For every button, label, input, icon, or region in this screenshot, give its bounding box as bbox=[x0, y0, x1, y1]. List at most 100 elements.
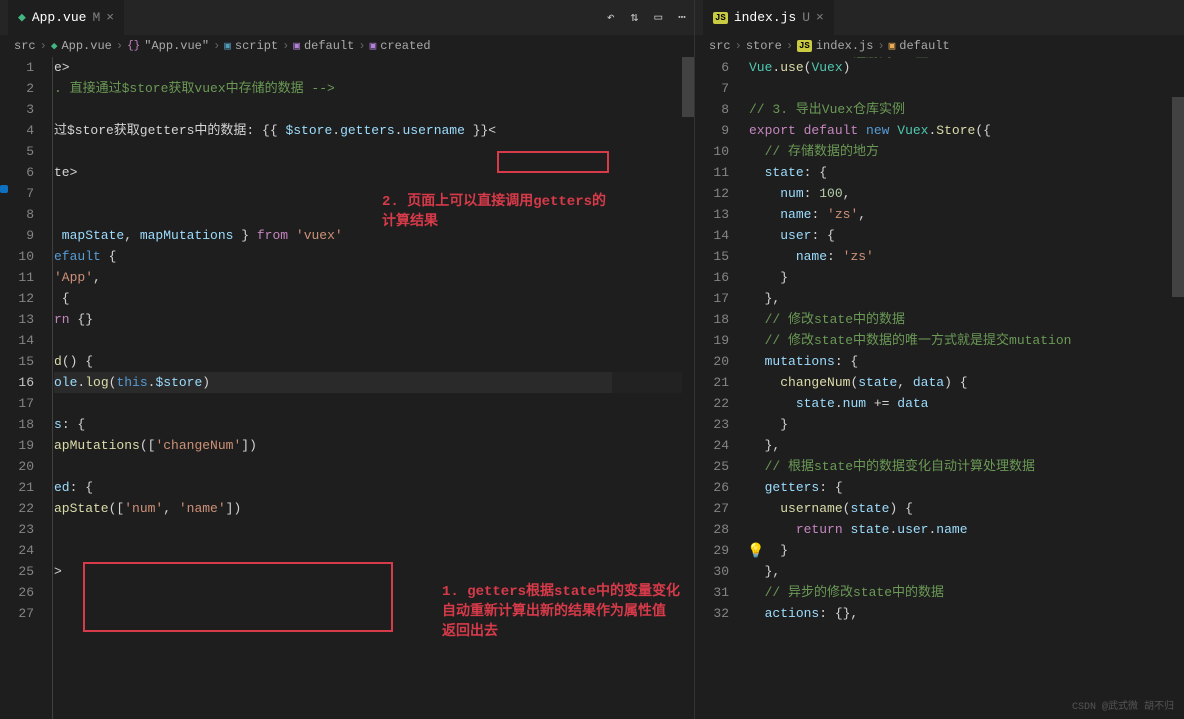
code-line[interactable]: apState(['num', 'name']) bbox=[54, 498, 694, 519]
right-breadcrumbs[interactable]: src › store › JS index.js › ▣ default bbox=[695, 35, 1184, 57]
code-line[interactable] bbox=[54, 540, 694, 561]
code-line[interactable]: changeNum(state, data) { bbox=[749, 372, 1184, 393]
history-icon[interactable]: ↶ bbox=[607, 10, 615, 25]
js-icon: JS bbox=[797, 40, 812, 52]
bc-file[interactable]: index.js bbox=[816, 39, 874, 53]
code-line[interactable]: mutations: { bbox=[749, 351, 1184, 372]
code-line[interactable]: return state.user.name bbox=[749, 519, 1184, 540]
right-code-area[interactable]: // 2. Vuex注册到Vue上 💡 Vue.use(Vuex)// 3. 导… bbox=[745, 57, 1184, 719]
scrollbar[interactable] bbox=[1172, 57, 1184, 719]
code-line[interactable]: getters: { bbox=[749, 477, 1184, 498]
line-number: 23 bbox=[695, 414, 729, 435]
code-line[interactable] bbox=[54, 99, 694, 120]
code-line[interactable]: state.num += data bbox=[749, 393, 1184, 414]
bc-src[interactable]: src bbox=[14, 39, 36, 53]
more-icon[interactable]: ⋯ bbox=[678, 10, 686, 25]
bc-store[interactable]: store bbox=[746, 39, 782, 53]
tab-index-js[interactable]: JS index.js U × bbox=[703, 0, 834, 35]
code-line[interactable]: te> bbox=[54, 162, 694, 183]
line-number: 9 bbox=[0, 225, 34, 246]
compare-icon[interactable]: ⇅ bbox=[631, 10, 639, 25]
code-line[interactable] bbox=[54, 183, 694, 204]
code-line[interactable]: mapState, mapMutations } from 'vuex' bbox=[54, 225, 694, 246]
code-line[interactable]: user: { bbox=[749, 225, 1184, 246]
close-icon[interactable]: × bbox=[816, 10, 824, 25]
line-number: 16 bbox=[0, 372, 34, 393]
line-number: 14 bbox=[695, 225, 729, 246]
scrollbar-thumb[interactable] bbox=[1172, 97, 1184, 297]
code-line[interactable]: username(state) { bbox=[749, 498, 1184, 519]
left-gutter: 1234567891011121314151617181920212223242… bbox=[0, 57, 50, 719]
code-line[interactable] bbox=[749, 78, 1184, 99]
code-line[interactable]: 过$store获取getters中的数据: {{ $store.getters.… bbox=[54, 120, 694, 141]
code-line[interactable]: > bbox=[54, 561, 694, 582]
code-line[interactable]: e> bbox=[54, 57, 694, 78]
code-line[interactable]: ed: { bbox=[54, 477, 694, 498]
line-number: 10 bbox=[695, 141, 729, 162]
left-editor[interactable]: 1234567891011121314151617181920212223242… bbox=[0, 57, 694, 719]
code-line[interactable] bbox=[54, 519, 694, 540]
code-line[interactable]: name: 'zs' bbox=[749, 246, 1184, 267]
scrollbar[interactable] bbox=[682, 57, 694, 719]
code-line[interactable]: num: 100, bbox=[749, 183, 1184, 204]
code-line[interactable]: } bbox=[749, 267, 1184, 288]
line-number: 17 bbox=[0, 393, 34, 414]
bc-src[interactable]: src bbox=[709, 39, 731, 53]
code-line[interactable]: ole.log(this.$store) bbox=[54, 372, 694, 393]
code-line[interactable]: . 直接通过$store获取vuex中存储的数据 --> bbox=[54, 78, 694, 99]
bc-script[interactable]: script bbox=[235, 39, 278, 53]
code-line[interactable]: // 修改state中的数据 bbox=[749, 309, 1184, 330]
line-number: 26 bbox=[0, 582, 34, 603]
code-line[interactable]: state: { bbox=[749, 162, 1184, 183]
line-number: 13 bbox=[0, 309, 34, 330]
split-icon[interactable]: ▭ bbox=[654, 10, 662, 25]
code-line[interactable]: { bbox=[54, 288, 694, 309]
code-line[interactable] bbox=[54, 141, 694, 162]
bc-file[interactable]: App.vue bbox=[61, 39, 111, 53]
chevron-right-icon: › bbox=[282, 39, 289, 53]
code-line[interactable]: name: 'zs', bbox=[749, 204, 1184, 225]
code-line[interactable]: s: { bbox=[54, 414, 694, 435]
right-editor[interactable]: 6789101112131415161718192021222324252627… bbox=[695, 57, 1184, 719]
code-line[interactable]: 'App', bbox=[54, 267, 694, 288]
line-number: 19 bbox=[0, 435, 34, 456]
code-line[interactable]: apMutations(['changeNum']) bbox=[54, 435, 694, 456]
code-line[interactable]: efault { bbox=[54, 246, 694, 267]
code-line[interactable] bbox=[54, 603, 694, 624]
code-line[interactable]: // 根据state中的数据变化自动计算处理数据 bbox=[749, 456, 1184, 477]
code-line[interactable] bbox=[54, 393, 694, 414]
code-line[interactable]: }, bbox=[749, 435, 1184, 456]
bc-default[interactable]: default bbox=[899, 39, 949, 53]
code-line[interactable]: }, bbox=[749, 561, 1184, 582]
code-line[interactable]: } bbox=[749, 540, 1184, 561]
close-icon[interactable]: × bbox=[106, 10, 114, 25]
lightbulb-icon[interactable]: 💡 bbox=[747, 543, 764, 560]
code-line[interactable]: export default new Vuex.Store({ bbox=[749, 120, 1184, 141]
code-line[interactable]: // 3. 导出Vuex仓库实例 bbox=[749, 99, 1184, 120]
code-line[interactable]: actions: {}, bbox=[749, 603, 1184, 624]
bc-created[interactable]: created bbox=[380, 39, 430, 53]
code-line[interactable] bbox=[54, 456, 694, 477]
chevron-right-icon: › bbox=[358, 39, 365, 53]
left-code-area[interactable]: e>. 直接通过$store获取vuex中存储的数据 --> 过$store获取g… bbox=[50, 57, 694, 719]
code-line[interactable]: // 存储数据的地方 bbox=[749, 141, 1184, 162]
code-line[interactable]: // 异步的修改state中的数据 bbox=[749, 582, 1184, 603]
line-number: 5 bbox=[0, 141, 34, 162]
code-line[interactable] bbox=[54, 330, 694, 351]
right-editor-panel: JS index.js U × src › store › JS index.j… bbox=[695, 0, 1184, 719]
line-number: 27 bbox=[695, 498, 729, 519]
bc-component[interactable]: "App.vue" bbox=[144, 39, 209, 53]
code-line[interactable] bbox=[54, 204, 694, 225]
tab-app-vue[interactable]: ◆ App.vue M × bbox=[8, 0, 124, 35]
code-line[interactable]: d() { bbox=[54, 351, 694, 372]
code-line[interactable]: }, bbox=[749, 288, 1184, 309]
minimap[interactable] bbox=[612, 57, 682, 719]
code-line[interactable]: // 修改state中数据的唯一方式就是提交mutation bbox=[749, 330, 1184, 351]
left-breadcrumbs[interactable]: src › ◆ App.vue › {} "App.vue" › ▣ scrip… bbox=[0, 35, 694, 57]
variable-icon: ▣ bbox=[889, 39, 896, 53]
code-line[interactable]: } bbox=[749, 414, 1184, 435]
scrollbar-thumb[interactable] bbox=[682, 57, 694, 117]
bc-default[interactable]: default bbox=[304, 39, 354, 53]
code-line[interactable] bbox=[54, 582, 694, 603]
code-line[interactable]: rn {} bbox=[54, 309, 694, 330]
